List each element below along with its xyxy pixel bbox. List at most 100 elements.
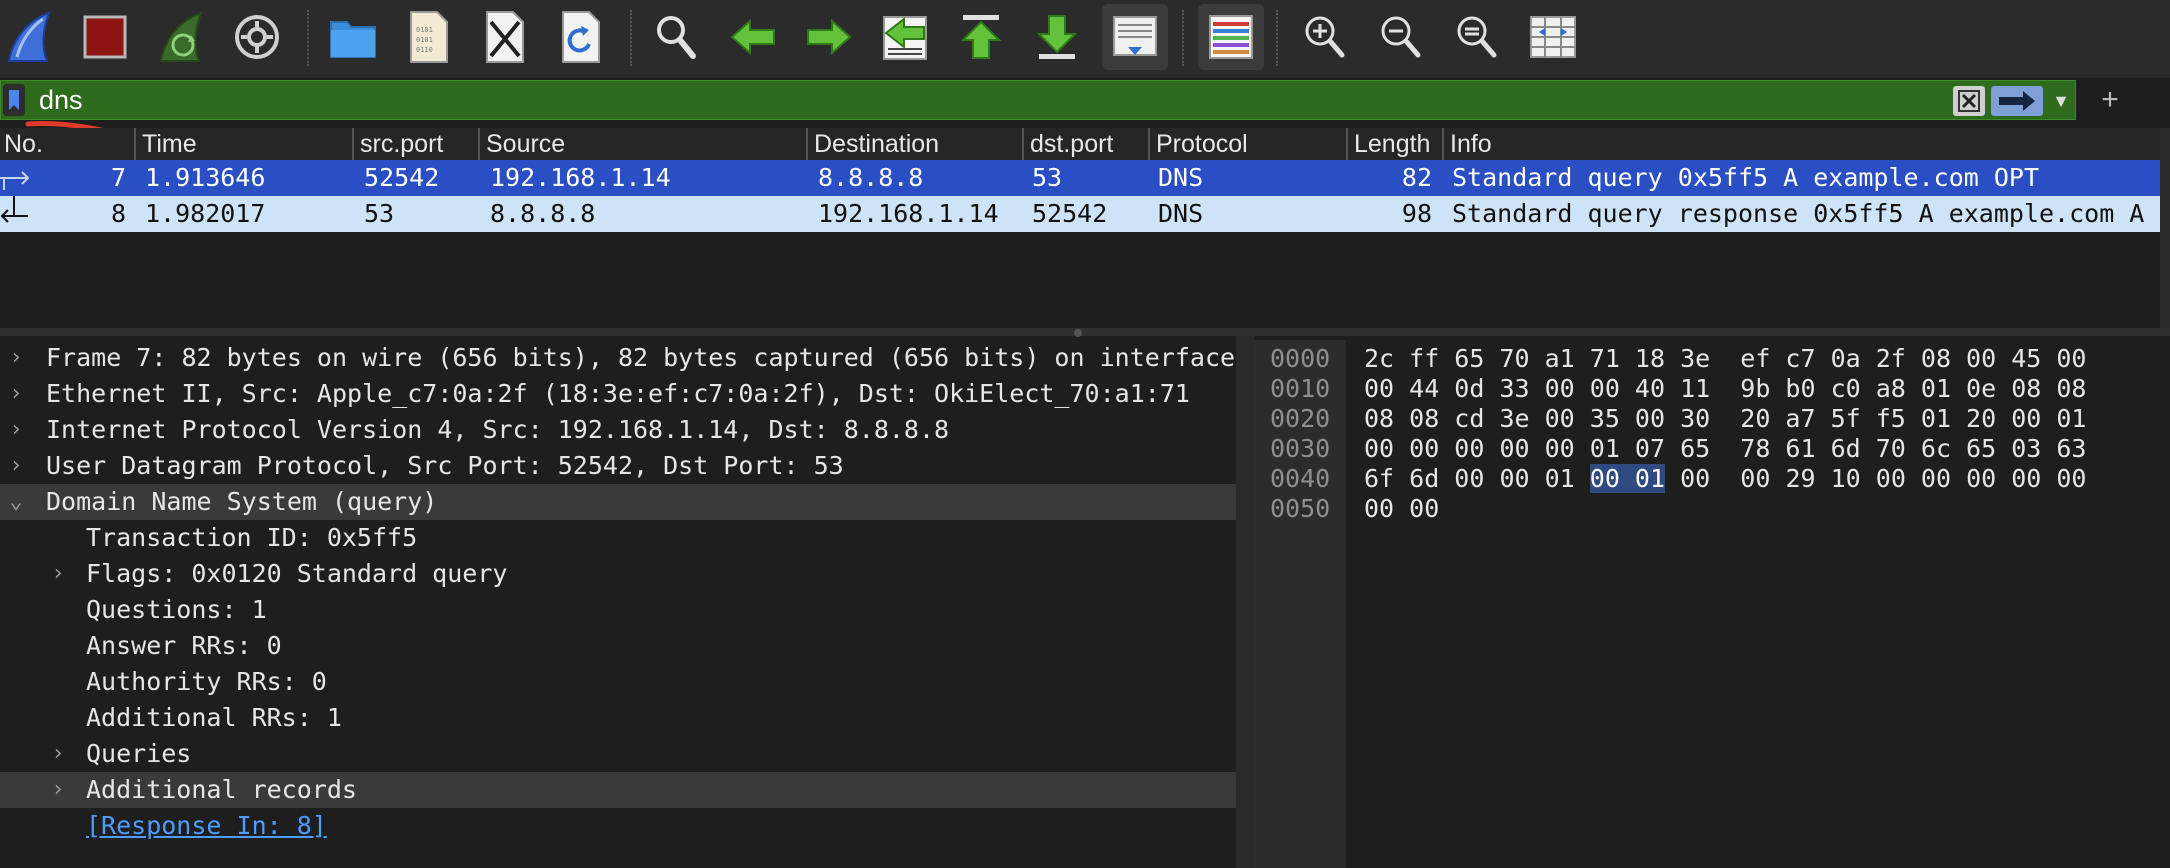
tree-item-ethernet[interactable]: › Ethernet II, Src: Apple_c7:0a:2f (18:3… [0,376,1236,412]
column-header-src-port[interactable]: src.port [352,128,478,160]
toolbar-separator [1276,10,1278,66]
chevron-right-icon[interactable]: › [48,556,68,592]
display-filter-bar: dns ▼ [0,80,2076,120]
auto-scroll-button[interactable] [1102,4,1168,70]
filter-history-dropdown[interactable]: ▼ [2049,86,2073,116]
tree-item-label: Answer RRs: 0 [86,631,282,660]
hex-line[interactable]: 6f 6d 00 00 01 00 01 00 00 29 10 00 00 0… [1364,464,2086,494]
filter-bookmark-button[interactable] [3,84,25,116]
tree-item-additional-rrs[interactable]: Additional RRs: 1 [0,700,1236,736]
colorize-button[interactable] [1198,4,1264,70]
stop-capture-button[interactable] [72,4,138,70]
column-header-time[interactable]: Time [134,128,352,160]
packet-row[interactable]: 8 1.982017 53 8.8.8.8 192.168.1.14 52542… [0,196,2160,232]
response-in-link[interactable]: [Response In: 8] [86,808,327,844]
tree-item-response-in[interactable]: [Response In: 8] [0,808,1236,844]
byte-offset: 0050 [1270,494,1331,523]
byte-offset: 0000 [1270,344,1331,373]
packet-destination: 8.8.8.8 [818,163,924,192]
go-back-button[interactable] [720,4,786,70]
hex-bytes: 00 00 29 10 00 00 00 00 00 [1665,464,2087,493]
chevron-right-icon[interactable]: › [6,376,26,412]
capture-options-button[interactable] [224,4,290,70]
close-file-icon [486,11,524,63]
reload-file-icon [562,11,600,63]
reload-file-button[interactable] [548,4,614,70]
chevron-right-icon[interactable]: › [48,772,68,808]
chevron-right-icon[interactable]: › [6,412,26,448]
packet-bytes-pane: 0000 0010 0020 0030 0040 0050 2c ff 65 7… [1254,340,2170,868]
open-file-button[interactable] [320,4,386,70]
hex-line[interactable]: 00 00 00 00 00 01 07 65 78 61 6d 70 6c 6… [1364,434,2086,464]
restart-capture-button[interactable] [148,4,214,70]
packet-list-header: No. Time src.port Source Destination dst… [0,128,2170,160]
close-icon [1958,90,1980,112]
tree-item-additional-records[interactable]: › Additional records [0,772,1236,808]
tree-item-transaction-id[interactable]: Transaction ID: 0x5ff5 [0,520,1236,556]
splitter-handle[interactable] [1074,329,1082,337]
close-file-button[interactable] [472,4,538,70]
column-header-protocol[interactable]: Protocol [1148,128,1346,160]
go-to-packet-button[interactable] [872,4,938,70]
column-header-destination[interactable]: Destination [806,128,1022,160]
hex-line[interactable]: 00 44 0d 33 00 00 40 11 9b b0 c0 a8 01 0… [1364,374,2086,404]
hex-line[interactable]: 2c ff 65 70 a1 71 18 3e ef c7 0a 2f 08 0… [1364,344,2086,374]
packet-list-empty-area[interactable] [0,232,2160,328]
save-file-button[interactable]: 0101 0101 0110 [396,4,462,70]
packet-row[interactable]: 7 1.913646 52542 192.168.1.14 8.8.8.8 53… [0,160,2160,196]
start-capture-button[interactable] [0,4,62,70]
column-header-no[interactable]: No. [0,128,134,160]
column-header-dst-port[interactable]: dst.port [1022,128,1148,160]
chevron-right-icon[interactable]: › [6,340,26,376]
tree-item-label: Authority RRs: 0 [86,667,327,696]
find-packet-button[interactable] [644,4,710,70]
tree-item-questions[interactable]: Questions: 1 [0,592,1236,628]
chevron-down-icon[interactable]: ⌄ [6,484,26,520]
details-bytes-splitter[interactable] [1236,336,1254,868]
chevron-right-icon[interactable]: › [48,736,68,772]
column-header-info[interactable]: Info [1442,128,2170,160]
svg-text:0101: 0101 [416,36,433,44]
tree-item-label: Queries [86,739,192,768]
clear-filter-button[interactable] [1953,86,1985,116]
go-last-packet-button[interactable] [1024,4,1090,70]
packet-list-scrollbar[interactable] [2160,128,2170,328]
packet-no: 7 [110,163,126,192]
pane-splitter[interactable] [0,328,2170,336]
zoom-out-button[interactable] [1368,4,1434,70]
go-first-packet-button[interactable] [948,4,1014,70]
chevron-right-icon[interactable]: › [6,448,26,484]
tree-item-ipv4[interactable]: › Internet Protocol Version 4, Src: 192.… [0,412,1236,448]
tree-item-flags[interactable]: › Flags: 0x0120 Standard query [0,556,1236,592]
tree-item-frame[interactable]: › Frame 7: 82 bytes on wire (656 bits), … [0,340,1236,376]
tree-item-queries[interactable]: › Queries [0,736,1236,772]
column-header-source[interactable]: Source [478,128,806,160]
tree-item-udp[interactable]: › User Datagram Protocol, Src Port: 5254… [0,448,1236,484]
tree-item-label: Domain Name System (query) [46,487,438,516]
hex-line[interactable]: 08 08 cd 3e 00 35 00 30 20 a7 5f f5 01 2… [1364,404,2086,434]
zoom-normal-button[interactable] [1444,4,1510,70]
main-toolbar: 0101 0101 0110 [0,0,2170,78]
packet-source: 192.168.1.14 [490,163,671,192]
go-forward-button[interactable] [796,4,862,70]
add-filter-button-button[interactable]: + [2090,80,2130,120]
resize-columns-button[interactable] [1520,4,1586,70]
zoom-in-button[interactable] [1292,4,1358,70]
bookmark-icon [9,90,19,110]
display-filter-input[interactable]: dns [39,85,83,116]
tree-item-dns[interactable]: ⌄ Domain Name System (query) [0,484,1236,520]
apply-filter-button[interactable] [1991,86,2043,116]
start-capture-icon [7,11,51,62]
plus-icon: + [2101,83,2119,116]
tree-item-answer-rrs[interactable]: Answer RRs: 0 [0,628,1236,664]
hex-line[interactable]: 00 00 [1364,494,1439,524]
go-first-packet-icon [960,15,1002,59]
chevron-down-icon: ▼ [2052,90,2070,111]
column-header-length[interactable]: Length [1346,128,1442,160]
packet-src-port: 52542 [364,163,440,192]
hex-bytes-selected: 00 01 [1589,464,1666,493]
tree-item-authority-rrs[interactable]: Authority RRs: 0 [0,664,1236,700]
tree-item-label: Transaction ID: 0x5ff5 [86,523,418,552]
colorize-icon [1209,15,1253,59]
packet-source: 8.8.8.8 [490,199,596,228]
